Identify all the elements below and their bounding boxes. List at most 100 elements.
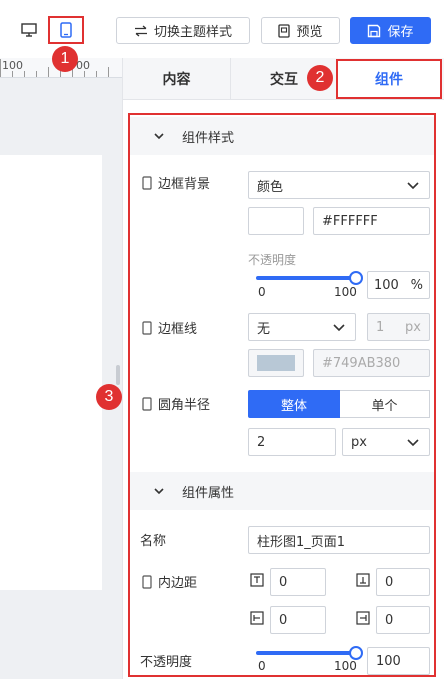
border-bg-type-select[interactable]: 颜色 (248, 171, 430, 199)
tab-content[interactable]: 内容 (123, 58, 230, 100)
padding-bottom-value: 0 (385, 574, 394, 590)
opacity-sub-label: 不透明度 (248, 253, 297, 267)
padding-right-input[interactable]: 0 (376, 606, 430, 634)
border-line-label-group: 边框线 (140, 318, 197, 337)
component-settings-panel: 组件样式 边框背景 颜色 #FFFFFF 不透明度 0 100 100 % 边框… (128, 113, 436, 677)
opacity-value: 100 (374, 277, 399, 293)
padding-top-input[interactable]: 0 (270, 568, 326, 596)
attr-opacity-slider-knob[interactable] (349, 646, 363, 660)
padding-bottom-input[interactable]: 0 (376, 568, 430, 596)
attr-opacity-max: 100 (334, 659, 357, 673)
padding-label: 内边距 (158, 576, 198, 591)
canvas-area[interactable]: 100 00 (0, 58, 123, 679)
ruler-tick (84, 71, 85, 77)
canvas-scrollbar[interactable] (116, 365, 120, 385)
ruler-tick (0, 59, 1, 77)
border-bg-label-group: 边框背景 (140, 173, 210, 192)
opacity-input[interactable]: 100 % (367, 271, 430, 299)
ruler-tick (24, 71, 25, 77)
mobile-icon (142, 396, 152, 411)
preview-icon (278, 23, 291, 38)
chevron-down-icon (154, 488, 164, 495)
opacity-min: 0 (258, 285, 266, 299)
mobile-icon (142, 320, 152, 335)
annotation-badge-1: 1 (52, 46, 78, 72)
preview-label: 预览 (296, 25, 323, 40)
corner-radius-label: 圆角半径 (158, 398, 211, 413)
annotation-badge-2: 2 (307, 65, 333, 91)
switch-theme-label: 切换主题样式 (153, 25, 232, 40)
attr-section-title: 组件属性 (182, 485, 235, 501)
corner-radius-unit: px (351, 434, 367, 450)
opacity-slider-knob[interactable] (349, 271, 363, 285)
border-bg-type-value: 颜色 (257, 179, 284, 195)
ruler-tick (108, 67, 109, 77)
border-line-width-input[interactable]: 1 px (367, 313, 430, 341)
opacity-max: 100 (334, 285, 357, 299)
border-bg-color-input[interactable]: #FFFFFF (313, 207, 430, 235)
padding-label-group: 内边距 (140, 572, 197, 591)
border-line-style-select[interactable]: 无 (248, 313, 356, 341)
name-label: 名称 (140, 534, 167, 549)
border-line-color-value: #749AB380 (322, 355, 401, 371)
border-line-color-input[interactable]: #749AB380 (313, 349, 430, 377)
name-value: 柱形图1_页面1 (257, 534, 346, 550)
panel-divider[interactable] (122, 58, 123, 679)
name-input[interactable]: 柱形图1_页面1 (248, 526, 430, 554)
attr-section-header[interactable]: 组件属性 (130, 472, 434, 510)
canvas-page[interactable] (0, 155, 102, 590)
corner-radius-value: 2 (257, 434, 266, 450)
attr-opacity-input[interactable]: 100 (367, 647, 430, 675)
corner-radius-unit-select[interactable]: px (342, 428, 430, 456)
border-line-label: 边框线 (158, 322, 198, 337)
mobile-icon (60, 22, 72, 38)
padding-left-icon (250, 611, 264, 625)
attr-opacity-label: 不透明度 (140, 655, 193, 670)
swatch-fill (257, 355, 295, 371)
corner-radius-each-button[interactable]: 单个 (340, 390, 430, 418)
chevron-down-icon (407, 439, 419, 447)
save-button[interactable]: 保存 (350, 17, 431, 44)
save-icon (368, 24, 381, 37)
padding-left-value: 0 (279, 612, 288, 628)
opacity-slider-track[interactable] (256, 276, 356, 280)
border-line-width-value: 1 (376, 319, 385, 335)
ruler-tick (96, 71, 97, 77)
preview-button[interactable]: 预览 (261, 17, 340, 44)
ruler-mark-right: 00 (76, 59, 90, 72)
border-line-width-unit: px (405, 319, 421, 335)
swap-icon (134, 25, 147, 36)
attr-opacity-slider-track[interactable] (256, 651, 356, 655)
mobile-view-button[interactable] (48, 16, 84, 44)
property-tabs: 内容 交互 组件 (123, 58, 444, 100)
ruler-tick (36, 71, 37, 77)
corner-radius-whole-button[interactable]: 整体 (248, 390, 340, 418)
chevron-down-icon (407, 182, 419, 190)
border-bg-color-swatch[interactable] (248, 207, 304, 235)
ruler-tick (60, 71, 61, 77)
border-bg-label: 边框背景 (158, 177, 211, 192)
save-label: 保存 (387, 25, 414, 40)
annotation-badge-3: 3 (96, 384, 122, 410)
corner-radius-input[interactable]: 2 (248, 428, 336, 456)
mobile-icon (142, 175, 152, 190)
desktop-view-button[interactable] (14, 16, 44, 44)
padding-left-input[interactable]: 0 (270, 606, 326, 634)
chevron-down-icon (333, 324, 345, 332)
padding-right-icon (356, 611, 370, 625)
ruler-tick (12, 71, 13, 77)
border-line-style-value: 无 (257, 321, 271, 337)
border-bg-color-value: #FFFFFF (322, 213, 378, 229)
corner-radius-label-group: 圆角半径 (140, 394, 210, 413)
padding-bottom-icon (356, 573, 370, 587)
padding-top-value: 0 (279, 574, 288, 590)
attr-opacity-value: 100 (376, 653, 401, 669)
switch-theme-button[interactable]: 切换主题样式 (116, 17, 250, 44)
border-line-color-swatch[interactable] (248, 349, 304, 377)
style-section-title: 组件样式 (182, 130, 235, 146)
mobile-icon (142, 574, 152, 589)
padding-right-value: 0 (385, 612, 394, 628)
style-section-header[interactable]: 组件样式 (130, 117, 434, 155)
tab-component[interactable]: 组件 (336, 59, 442, 99)
attr-opacity-min: 0 (258, 659, 266, 673)
